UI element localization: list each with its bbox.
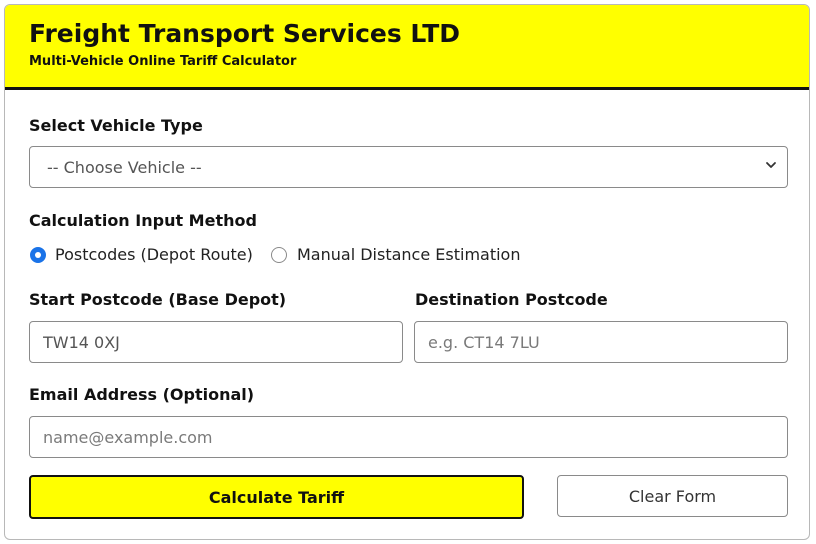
vehicle-type-selected: -- Choose Vehicle -- [47,158,202,177]
email-label: Email Address (Optional) [29,385,255,404]
radio-manual-distance-label[interactable]: Manual Distance Estimation [297,245,520,264]
radio-postcodes[interactable] [30,247,46,263]
chevron-down-icon [766,162,776,168]
calculator-card: Freight Transport Services LTD Multi-Veh… [4,4,810,540]
page-title: Freight Transport Services LTD [29,19,461,48]
calculate-tariff-button[interactable]: Calculate Tariff [29,475,524,519]
page-subtitle: Multi-Vehicle Online Tariff Calculator [29,54,297,69]
destination-postcode-input[interactable] [414,321,788,363]
vehicle-type-label: Select Vehicle Type [29,116,203,135]
start-postcode-label: Start Postcode (Base Depot) [29,290,287,309]
radio-manual-distance[interactable] [271,247,287,263]
vehicle-type-select[interactable]: -- Choose Vehicle -- [29,146,788,188]
email-input[interactable] [29,416,788,458]
calculation-method-label: Calculation Input Method [29,211,257,230]
header-banner: Freight Transport Services LTD Multi-Veh… [5,5,809,90]
destination-postcode-label: Destination Postcode [415,290,608,309]
clear-form-button[interactable]: Clear Form [557,475,788,517]
start-postcode-input[interactable] [29,321,403,363]
radio-postcodes-label[interactable]: Postcodes (Depot Route) [55,245,253,264]
